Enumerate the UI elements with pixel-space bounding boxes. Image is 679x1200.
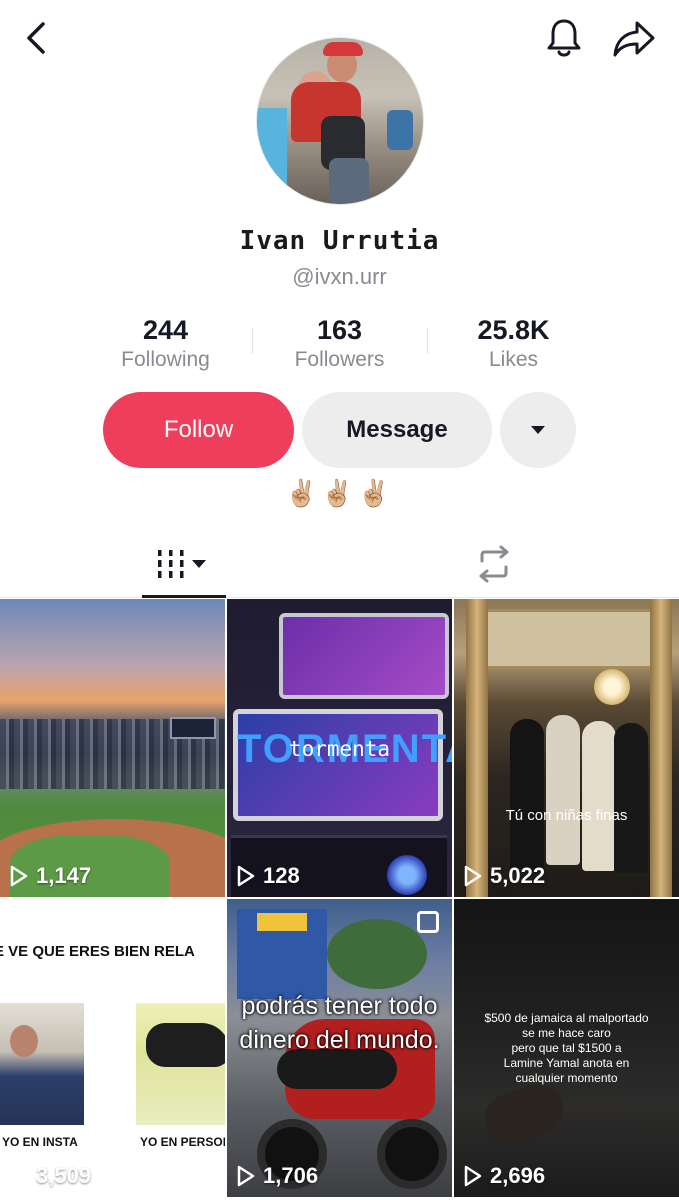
caption-line: cualquier momento xyxy=(515,1071,618,1085)
play-icon xyxy=(10,865,28,887)
caption-line: podrás tener todo xyxy=(241,992,438,1020)
view-count-text: 2,696 xyxy=(490,1163,546,1188)
share-arrow-icon[interactable] xyxy=(608,14,660,64)
view-count-text: 128 xyxy=(263,863,300,888)
view-count: 3,509 xyxy=(10,1163,91,1189)
view-count: 2,696 xyxy=(464,1163,545,1189)
video-grid: 1,147 TORMENTA tormenta 128 Tú con niñas… xyxy=(0,599,679,1200)
back-icon[interactable] xyxy=(14,16,58,60)
follow-button[interactable]: Follow xyxy=(103,392,294,468)
caption-line: dinero del mundo. xyxy=(239,1026,440,1054)
profile-stats: 244 Following 163 Followers 25.8K Likes xyxy=(78,314,601,378)
content-tabs xyxy=(0,530,679,598)
video-caption: tormenta xyxy=(288,737,391,761)
more-options-button[interactable] xyxy=(500,392,576,468)
likes-label: Likes xyxy=(488,348,539,371)
caption-line: Lamine Yamal anota en xyxy=(503,1056,630,1070)
play-icon xyxy=(237,1165,255,1187)
caret-down-icon xyxy=(531,426,545,434)
view-count-text: 1,147 xyxy=(36,863,92,888)
view-count-text: 5,022 xyxy=(490,863,546,888)
caption-line: se me hace caro xyxy=(522,1026,611,1040)
username-handle: @ivxn.urr xyxy=(292,264,387,289)
caption-line: $500 de jamaica al malportado xyxy=(484,1011,649,1025)
play-icon xyxy=(464,865,482,887)
view-count: 5,022 xyxy=(464,863,545,889)
view-count: 128 xyxy=(237,863,300,889)
video-caption: E VE QUE ERES BIEN RELA xyxy=(0,943,195,960)
video-thumbnail[interactable]: Tú con niñas finas 5,022 xyxy=(454,599,679,897)
play-icon xyxy=(10,1165,28,1187)
video-thumbnail[interactable]: 1,147 xyxy=(0,599,225,897)
view-count-text: 3,509 xyxy=(36,1163,92,1188)
avatar[interactable] xyxy=(256,37,424,205)
likes-count: 25.8K xyxy=(477,315,550,345)
followers-count: 163 xyxy=(316,315,363,345)
meme-label-right: YO EN PERSON xyxy=(140,1135,225,1149)
meme-label-left: YO EN INSTA xyxy=(2,1135,78,1149)
play-icon xyxy=(464,1165,482,1187)
bio-text: ✌🏼✌🏼✌🏼 xyxy=(284,478,395,508)
video-caption: Tú con niñas finas xyxy=(505,807,628,824)
display-name: Ivan Urrutia xyxy=(239,226,440,256)
following-count: 244 xyxy=(142,315,189,345)
view-count: 1,147 xyxy=(10,863,91,889)
view-count: 1,706 xyxy=(237,1163,318,1189)
repost-icon xyxy=(479,545,509,583)
bell-icon[interactable] xyxy=(540,14,588,62)
active-tab-indicator xyxy=(142,595,226,598)
tab-reposts[interactable] xyxy=(452,530,536,598)
message-button[interactable]: Message xyxy=(302,392,492,468)
video-thumbnail[interactable]: $500 de jamaica al malportado se me hace… xyxy=(454,899,679,1197)
view-count-text: 1,706 xyxy=(263,1163,319,1188)
grid-bars-icon xyxy=(158,550,206,578)
stat-likes[interactable]: 25.8K Likes xyxy=(426,314,601,374)
video-thumbnail[interactable]: TORMENTA tormenta 128 xyxy=(227,599,452,897)
video-caption: $500 de jamaica al malportado se me hace… xyxy=(454,1011,679,1086)
video-thumbnail[interactable]: podrás tener todo dinero del mundo. 1,70… xyxy=(227,899,452,1197)
followers-label: Followers xyxy=(294,348,385,371)
caption-line: pero que tal $1500 a xyxy=(511,1041,622,1055)
tab-videos[interactable] xyxy=(142,530,226,598)
play-icon xyxy=(237,865,255,887)
video-thumbnail[interactable]: E VE QUE ERES BIEN RELA YO EN INSTA YO E… xyxy=(0,899,225,1197)
stat-followers[interactable]: 163 Followers xyxy=(252,314,427,374)
following-label: Following xyxy=(121,348,210,371)
multi-photo-icon xyxy=(417,911,439,933)
stat-following[interactable]: 244 Following xyxy=(78,314,253,374)
video-caption: podrás tener todo dinero del mundo. xyxy=(227,989,452,1057)
